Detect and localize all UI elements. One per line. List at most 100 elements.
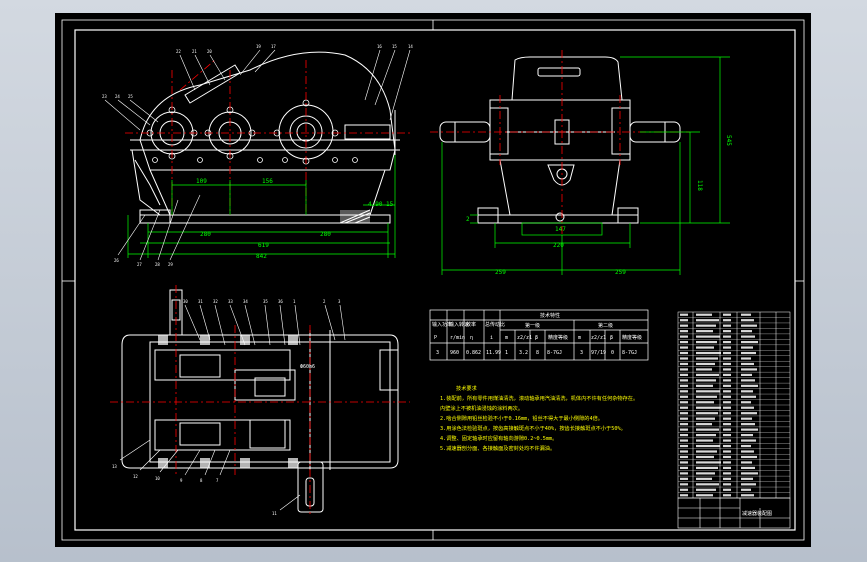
parts-entry-mark — [680, 319, 688, 322]
svg-text:24: 24 — [115, 94, 120, 99]
parts-entry-mark — [680, 406, 688, 409]
parts-entry-mark — [696, 368, 712, 371]
parts-entry-mark — [680, 477, 688, 480]
parts-entry-mark — [696, 455, 714, 459]
parts-entry-mark — [696, 384, 713, 387]
svg-text:z2/z1: z2/z1 — [591, 335, 606, 341]
spec-head-stage1: 第一级 — [525, 322, 540, 329]
parts-entry-mark — [741, 433, 753, 437]
dim-side-base-offset: 147 — [555, 226, 566, 233]
parts-entry-mark — [680, 313, 688, 316]
parts-entry-mark — [696, 428, 719, 431]
parts-entry-mark — [680, 379, 688, 382]
parts-entry-mark — [723, 351, 731, 355]
parts-entry-mark — [680, 351, 688, 355]
svg-text:13: 13 — [112, 464, 117, 469]
parts-entry-mark — [723, 401, 731, 404]
parts-entry-mark — [723, 488, 731, 491]
parts-entry-mark — [696, 324, 716, 327]
parts-entry-mark — [696, 423, 712, 426]
parts-entry-mark — [741, 488, 751, 491]
parts-entry-mark — [696, 494, 713, 497]
svg-text:29: 29 — [168, 262, 173, 267]
svg-text:25: 25 — [128, 94, 133, 99]
parts-entry-mark — [741, 401, 751, 404]
parts-entry-mark — [741, 373, 752, 377]
parts-entry-mark — [680, 401, 688, 404]
parts-entry-mark — [723, 340, 731, 344]
parts-entry-mark — [741, 417, 752, 420]
dim-feet: 4.90 — [368, 201, 383, 208]
parts-entry-mark — [723, 444, 731, 448]
parts-entry-mark — [696, 477, 712, 480]
parts-entry-mark — [723, 477, 731, 480]
svg-text:r/min: r/min — [450, 335, 465, 341]
svg-text:η: η — [470, 335, 473, 341]
spec-val-ratio: 11.99 — [486, 350, 501, 356]
svg-text:1: 1 — [505, 350, 508, 356]
parts-entry-mark — [741, 390, 753, 393]
parts-entry-mark — [680, 362, 688, 366]
parts-entry-mark — [723, 362, 731, 366]
parts-entry-mark — [723, 428, 731, 431]
tech-req-line-6: 5.减速器剖分面、各接触面及密封处均不许漏油。 — [440, 444, 555, 452]
cad-drawing-viewport[interactable]: 109 156 280 280 619 842 4.90 15 22 21 20 1… — [0, 0, 867, 562]
parts-entry-mark — [696, 335, 720, 338]
parts-entry-mark — [696, 401, 714, 404]
parts-entry-mark — [741, 379, 755, 382]
parts-entry-mark — [696, 319, 719, 322]
tech-req-title: 技术要求 — [456, 384, 478, 392]
svg-text:3.2: 3.2 — [519, 350, 528, 356]
svg-text:0: 0 — [611, 350, 614, 356]
parts-entry-mark — [723, 417, 731, 420]
parts-entry-mark — [696, 439, 713, 442]
parts-entry-mark — [696, 433, 716, 437]
svg-text:32: 32 — [213, 299, 218, 304]
dim-side-right-extent: 259 — [615, 269, 626, 276]
svg-text:31: 31 — [198, 299, 203, 304]
svg-text:β: β — [535, 335, 538, 341]
svg-text:35: 35 — [263, 299, 268, 304]
parts-entry-mark — [741, 461, 752, 464]
svg-text:P: P — [434, 335, 437, 341]
parts-entry-mark — [696, 450, 717, 453]
tech-req-line-1: 1.装配前，所有零件用煤油清洗，滚动轴承用汽油清洗，机体内不许有任何杂物存在。 — [440, 394, 638, 402]
parts-entry-mark — [680, 494, 688, 497]
parts-entry-mark — [741, 368, 757, 371]
parts-entry-mark — [723, 384, 731, 387]
parts-entry-mark — [723, 472, 731, 475]
svg-text:97/19: 97/19 — [591, 350, 606, 356]
parts-entry-mark — [696, 417, 715, 420]
parts-entry-mark — [680, 455, 688, 459]
dim-side-left-extent: 259 — [495, 269, 506, 276]
parts-entry-mark — [680, 368, 688, 371]
parts-entry-mark — [741, 346, 753, 349]
svg-text:22: 22 — [176, 49, 181, 54]
svg-text:8: 8 — [536, 350, 539, 356]
svg-text:21: 21 — [192, 49, 197, 54]
dim-span-a: 109 — [196, 178, 207, 185]
parts-entry-mark — [696, 406, 721, 409]
parts-entry-mark — [696, 390, 720, 393]
parts-entry-mark — [741, 384, 758, 387]
parts-entry-mark — [680, 335, 688, 338]
svg-text:15: 15 — [392, 44, 397, 49]
parts-entry-mark — [723, 335, 731, 338]
spec-head-eff: 效率 — [466, 321, 476, 328]
parts-entry-mark — [741, 406, 754, 409]
parts-entry-mark — [723, 379, 731, 382]
svg-text:19: 19 — [256, 44, 261, 49]
parts-entry-mark — [723, 368, 731, 371]
title-block-name: 减速器装配图 — [742, 510, 772, 517]
parts-entry-mark — [696, 483, 719, 486]
parts-entry-mark — [741, 439, 756, 442]
parts-entry-mark — [723, 346, 731, 349]
svg-text:27: 27 — [137, 262, 142, 267]
dim-feet-hole: 15 — [386, 201, 394, 208]
parts-entry-mark — [696, 330, 713, 333]
parts-entry-mark — [680, 417, 688, 420]
svg-text:23: 23 — [102, 94, 107, 99]
parts-entry-mark — [723, 483, 731, 486]
svg-text:33: 33 — [228, 299, 233, 304]
svg-text:34: 34 — [243, 299, 248, 304]
